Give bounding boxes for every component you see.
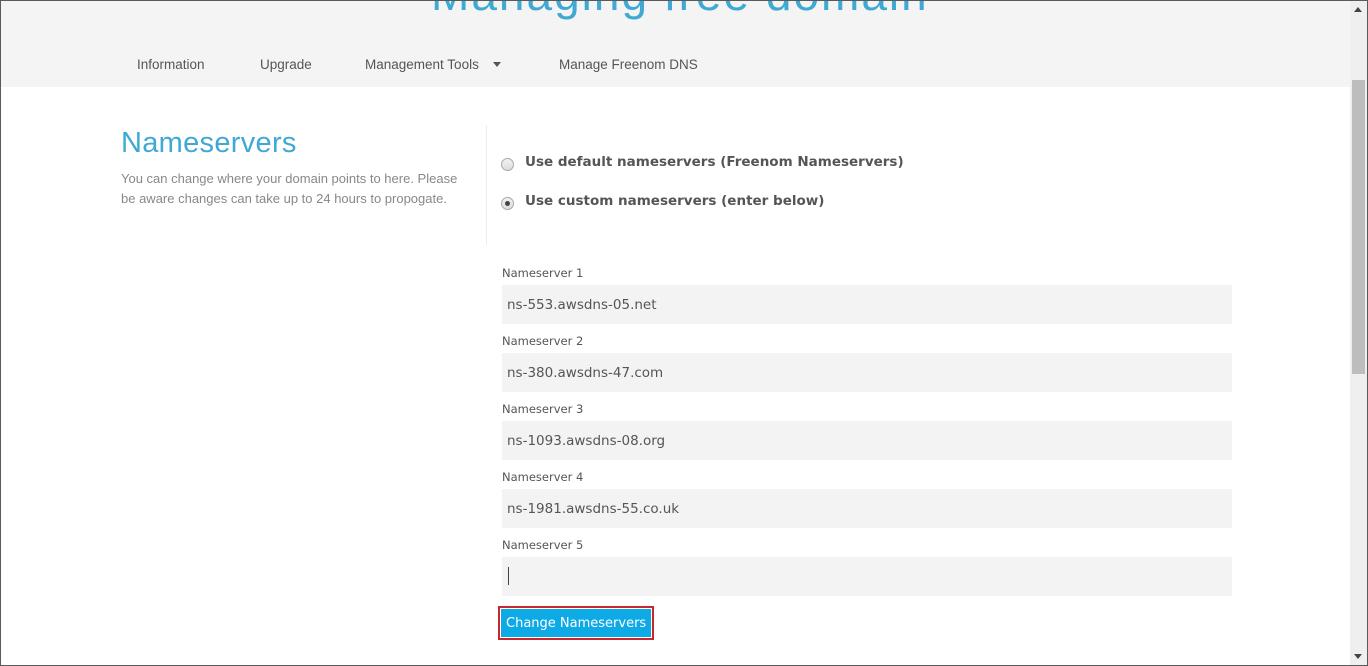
nameserver-4-label: Nameserver 4 (502, 470, 584, 484)
nameserver-3-input[interactable] (502, 421, 1232, 460)
nameserver-2-group: Nameserver 2 (502, 333, 1232, 392)
radio-custom-nameservers[interactable]: Use custom nameservers (enter below) (501, 193, 825, 210)
nav-item-label: Management Tools (365, 57, 479, 72)
page-title: Managing free domain (431, 1, 929, 21)
nameserver-1-label: Nameserver 1 (502, 266, 584, 280)
nameserver-2-input[interactable] (502, 353, 1232, 392)
vertical-scrollbar[interactable] (1350, 1, 1367, 665)
radio-label: Use default nameservers (Freenom Nameser… (525, 154, 904, 170)
radio-button[interactable] (501, 157, 514, 171)
page-header: Managing free domain Information Upgrade… (1, 1, 1351, 87)
column-divider (486, 125, 487, 245)
nameserver-1-group: Nameserver 1 (502, 265, 1232, 324)
change-nameservers-button[interactable]: Change Nameservers (501, 609, 652, 637)
scroll-down-arrow-icon[interactable] (1354, 654, 1362, 659)
nameserver-2-label: Nameserver 2 (502, 334, 584, 348)
nameserver-4-input[interactable] (502, 489, 1232, 528)
radio-label: Use custom nameservers (enter below) (525, 193, 825, 209)
browser-viewport: Managing free domain Information Upgrade… (0, 0, 1368, 666)
nameserver-3-label: Nameserver 3 (502, 402, 584, 416)
nav-item-management-tools[interactable]: Management Tools (365, 57, 501, 72)
scrollbar-thumb[interactable] (1352, 80, 1365, 374)
nav-item-upgrade[interactable]: Upgrade (260, 57, 312, 72)
radio-button-checked[interactable] (501, 196, 514, 210)
nav-item-manage-freenom-dns[interactable]: Manage Freenom DNS (559, 57, 698, 72)
nameserver-1-input[interactable] (502, 285, 1232, 324)
caret-down-icon (492, 61, 501, 67)
section-title: Nameservers (121, 127, 297, 159)
section-description: You can change where your domain points … (121, 171, 458, 206)
nameserver-5-input[interactable] (502, 557, 1232, 596)
nameserver-5-group: Nameserver 5 (502, 537, 1232, 596)
nameservers-intro: Nameservers You can change where your do… (121, 125, 471, 209)
nav-item-information[interactable]: Information (137, 57, 205, 72)
nameserver-4-group: Nameserver 4 (502, 469, 1232, 528)
highlight-box: Change Nameservers (498, 606, 655, 640)
scroll-up-arrow-icon[interactable] (1354, 7, 1362, 12)
radio-default-nameservers[interactable]: Use default nameservers (Freenom Nameser… (501, 154, 904, 171)
text-cursor (508, 567, 509, 585)
nameserver-3-group: Nameserver 3 (502, 401, 1232, 460)
nameserver-5-label: Nameserver 5 (502, 538, 584, 552)
